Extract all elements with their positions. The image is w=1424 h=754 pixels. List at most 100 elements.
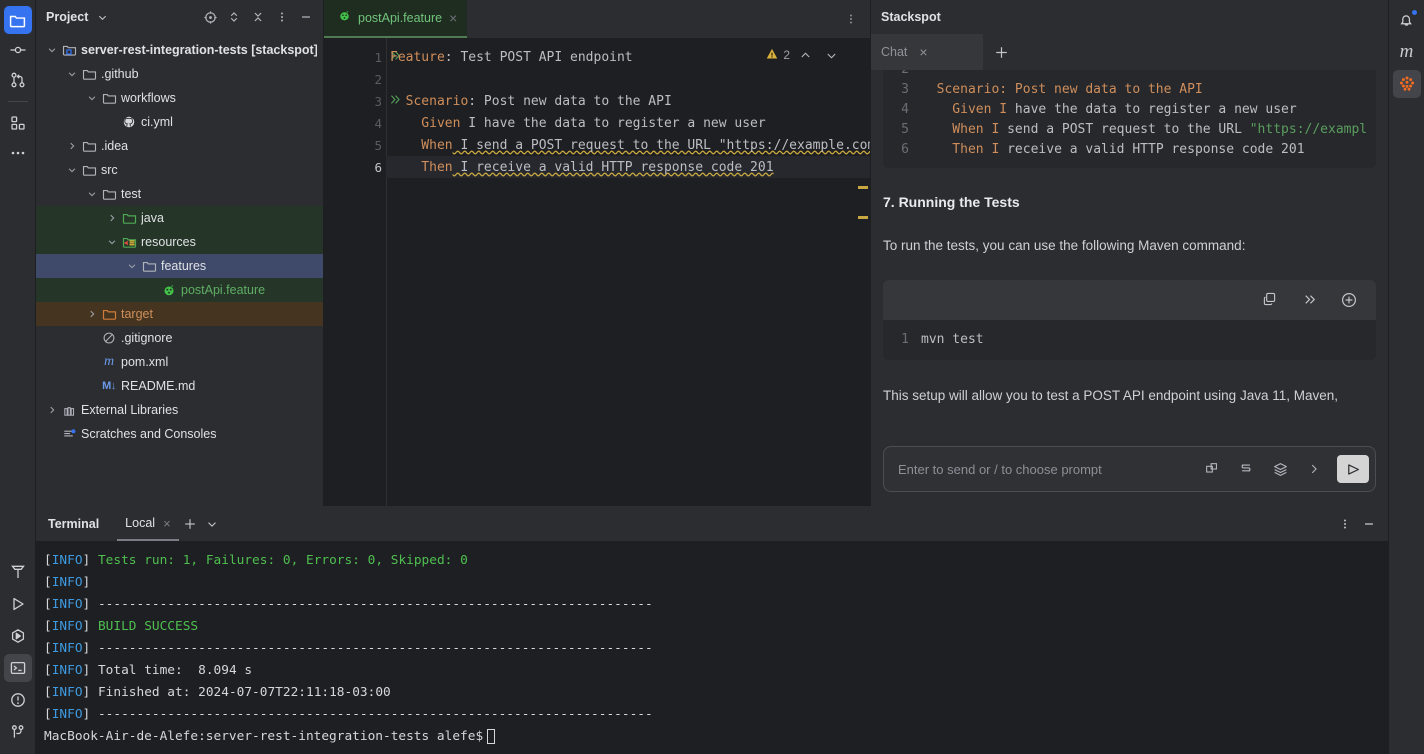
gutter-line[interactable]: 6 — [324, 156, 386, 178]
tree-node-idea[interactable]: .idea — [36, 134, 323, 158]
terminal-tab-close-icon[interactable]: × — [163, 516, 171, 531]
stackspot-tool-button[interactable] — [1392, 70, 1421, 98]
stackspot-tab-chat[interactable]: Chat × — [871, 34, 983, 70]
tree-node-github[interactable]: .github — [36, 62, 323, 86]
chat-preview-line-number: 6 — [901, 142, 909, 157]
gutter-line[interactable]: 1 — [324, 46, 400, 68]
knowledge-sources-button[interactable] — [1269, 458, 1291, 480]
chat-input-placeholder[interactable]: Enter to send or / to choose prompt — [898, 462, 1189, 477]
version-control-tool-button[interactable] — [4, 718, 32, 746]
editor-inspection-widget[interactable]: 2 — [765, 44, 842, 66]
tree-node-test[interactable]: test — [36, 182, 323, 206]
terminal-dropdown-button[interactable] — [201, 513, 223, 535]
code-line[interactable]: Given I have the data to register a new … — [386, 112, 870, 134]
chevron-down-icon[interactable] — [124, 261, 140, 271]
chevron-down-icon[interactable] — [44, 45, 60, 55]
build-tool-button[interactable] — [4, 558, 32, 586]
code-line[interactable] — [386, 68, 870, 90]
code-line[interactable]: When I send a POST request to the URL "h… — [386, 134, 870, 156]
chevron-right-icon[interactable] — [84, 309, 100, 319]
log-level: INFO — [51, 618, 83, 634]
code-line[interactable]: Then I receive a valid HTTP response cod… — [386, 156, 870, 178]
maven-tool-button[interactable]: m — [1393, 38, 1421, 66]
stackspot-chat-body[interactable]: 23 Scenario: Post new data to the API4 G… — [871, 70, 1388, 438]
chevron-down-icon[interactable] — [64, 69, 80, 79]
tree-node-scratches-and-consoles[interactable]: Scratches and Consoles — [36, 422, 323, 446]
expand-button[interactable] — [1303, 458, 1325, 480]
terminal-tab-local[interactable]: Local × — [117, 507, 179, 541]
add-code-button[interactable] — [1338, 289, 1360, 311]
tree-node-target[interactable]: target — [36, 302, 323, 326]
log-message: ----------------------------------------… — [97, 640, 653, 656]
notifications-button[interactable] — [1393, 6, 1421, 34]
pull-requests-tool-button[interactable] — [4, 66, 32, 94]
previous-problem-button[interactable] — [794, 44, 816, 66]
chevron-down-icon[interactable] — [84, 189, 100, 199]
tree-node-postapi-feature[interactable]: postApi.feature — [36, 278, 323, 302]
select-opened-file-button[interactable] — [199, 6, 221, 28]
tree-node-readme-md[interactable]: M↓ README.md — [36, 374, 323, 398]
copy-code-button[interactable] — [1258, 289, 1280, 311]
chevron-right-icon[interactable] — [44, 405, 60, 415]
debug-tool-button[interactable] — [4, 622, 32, 650]
attach-context-button[interactable] — [1201, 458, 1223, 480]
expand-collapse-button[interactable] — [223, 6, 245, 28]
more-tool-windows-button[interactable] — [4, 139, 32, 167]
editor-gutter[interactable]: 1 2 3 4 5 6 — [324, 38, 400, 506]
project-title-chevron-down-icon[interactable] — [91, 6, 113, 28]
terminal-options-button[interactable] — [1334, 513, 1356, 535]
commit-tool-button[interactable] — [4, 36, 32, 64]
terminal-prompt-line[interactable]: MacBook-Air-de-Alefe:server-rest-integra… — [44, 725, 1380, 747]
code-editor[interactable]: 1 2 3 4 5 6 Feature: Test POST API endpoint S… — [324, 38, 870, 506]
tree-node-features[interactable]: features — [36, 254, 323, 278]
code-line[interactable]: Scenario: Post new data to the API — [386, 90, 870, 112]
editor-code-lines[interactable]: Feature: Test POST API endpoint Scenario… — [386, 38, 870, 506]
gutter-line[interactable]: 4 — [324, 112, 386, 134]
editor-area: postApi.feature × 123456 Feature: Test … — [324, 0, 870, 506]
editor-marker-scrollbar[interactable] — [856, 38, 870, 506]
editor-options-button[interactable] — [840, 8, 862, 30]
run-tool-button[interactable] — [4, 590, 32, 618]
tree-node-gitignore[interactable]: .gitignore — [36, 326, 323, 350]
project-tool-button[interactable] — [3, 6, 32, 34]
new-chat-button[interactable] — [983, 34, 1019, 70]
chat-input-container[interactable]: Enter to send or / to choose prompt — [883, 446, 1376, 492]
tree-node-server-rest-integration-tests-stackspot[interactable]: server-rest-integration-tests [stackspot… — [36, 38, 323, 62]
insert-code-button[interactable] — [1298, 289, 1320, 311]
tree-node-java[interactable]: java — [36, 206, 323, 230]
chevron-right-icon[interactable] — [104, 213, 120, 223]
tree-node-ci-yml[interactable]: ci.yml — [36, 110, 323, 134]
tree-node-external-libraries[interactable]: External Libraries — [36, 398, 323, 422]
stackspot-header: Stackspot — [871, 0, 1388, 34]
send-message-button[interactable] — [1337, 455, 1369, 483]
gutter-line[interactable]: 3 — [324, 90, 400, 112]
collapse-all-button[interactable] — [247, 6, 269, 28]
next-problem-button[interactable] — [820, 44, 842, 66]
new-terminal-button[interactable] — [179, 513, 201, 535]
project-tree[interactable]: server-rest-integration-tests [stackspot… — [36, 34, 323, 506]
chevron-down-icon[interactable] — [64, 165, 80, 175]
chevron-down-icon[interactable] — [84, 93, 100, 103]
stackspot-tab-close-icon[interactable]: × — [919, 44, 927, 60]
warning-marker[interactable] — [858, 216, 868, 219]
structure-tool-button[interactable] — [4, 109, 32, 137]
editor-tab-postapi-feature[interactable]: postApi.feature × — [324, 0, 468, 38]
tree-node-pom-xml[interactable]: m pom.xml — [36, 350, 323, 374]
tree-node-src[interactable]: src — [36, 158, 323, 182]
module-icon — [62, 45, 76, 56]
problems-tool-button[interactable] — [4, 686, 32, 714]
terminal-hide-button[interactable] — [1358, 513, 1380, 535]
terminal-output[interactable]: [INFO] Tests run: 1, Failures: 0, Errors… — [36, 541, 1388, 754]
chevron-right-icon[interactable] — [64, 141, 80, 151]
tree-node-resources[interactable]: resources — [36, 230, 323, 254]
tree-node-workflows[interactable]: workflows — [36, 86, 323, 110]
project-hide-button[interactable] — [295, 6, 317, 28]
gutter-line[interactable]: 5 — [324, 134, 386, 156]
project-options-button[interactable] — [271, 6, 293, 28]
terminal-tool-button[interactable] — [3, 654, 32, 682]
chevron-down-icon[interactable] — [104, 237, 120, 247]
stack-button[interactable] — [1235, 458, 1257, 480]
editor-tab-close-icon[interactable]: × — [449, 11, 457, 25]
gutter-line[interactable]: 2 — [324, 68, 386, 90]
warning-marker[interactable] — [858, 186, 868, 189]
